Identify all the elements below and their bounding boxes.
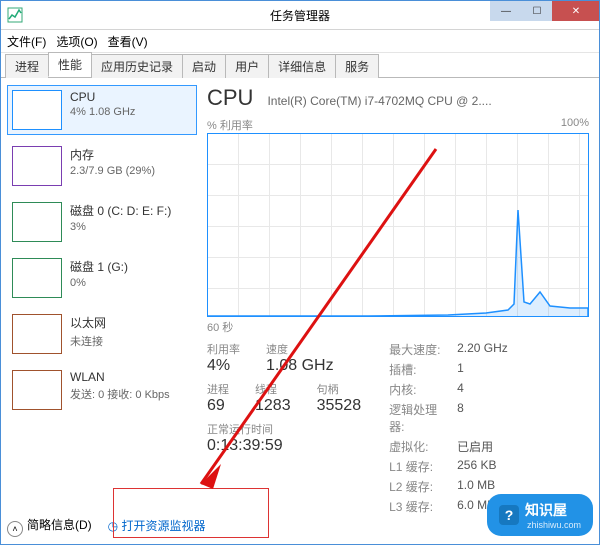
tab-processes[interactable]: 进程 (5, 54, 49, 78)
cpu-model: Intel(R) Core(TM) i7-4702MQ CPU @ 2.... (267, 94, 491, 108)
sidebar-item-ethernet[interactable]: 以太网未连接 (7, 309, 197, 359)
app-icon (7, 7, 23, 23)
info-virtualization: 已启用 (457, 438, 493, 455)
info-max-speed: 2.20 GHz (457, 341, 508, 358)
tab-details[interactable]: 详细信息 (268, 54, 336, 78)
tabbar: 进程 性能 应用历史记录 启动 用户 详细信息 服务 (1, 53, 599, 78)
tab-app-history[interactable]: 应用历史记录 (91, 54, 183, 78)
tab-services[interactable]: 服务 (335, 54, 379, 78)
chart-xlabel: 60 秒 (207, 319, 589, 335)
info-l1: 256 KB (457, 458, 496, 475)
fewer-details-button[interactable]: ˄简略信息(D) (7, 516, 92, 534)
task-manager-window: 任务管理器 — ☐ ✕ 文件(F) 选项(O) 查看(V) 进程 性能 应用历史… (0, 0, 600, 545)
cpu-thumb-icon (12, 90, 62, 130)
sidebar-item-cpu[interactable]: CPU4% 1.08 GHz (7, 85, 197, 135)
tab-startup[interactable]: 启动 (182, 54, 226, 78)
stat-uptime: 0:13:39:59 (207, 437, 361, 455)
tab-users[interactable]: 用户 (225, 54, 269, 78)
stat-threads: 1283 (255, 397, 291, 415)
watermark: ? 知识屋 zhishiwu.com (487, 494, 593, 536)
watermark-icon: ? (499, 505, 519, 525)
window-title: 任务管理器 (270, 7, 330, 24)
watermark-brand: 知识屋 (525, 500, 581, 520)
chart-ymax: 100% (561, 117, 589, 133)
main-panel: CPU Intel(R) Core(TM) i7-4702MQ CPU @ 2.… (207, 85, 589, 538)
sidebar-label: CPU (70, 90, 135, 104)
disk-thumb-icon (12, 202, 62, 242)
disk-thumb-icon (12, 258, 62, 298)
stat-processes: 69 (207, 397, 229, 415)
stat-speed: 1.08 GHz (266, 357, 334, 375)
ethernet-thumb-icon (12, 314, 62, 354)
chart-ylabel: % 利用率 (207, 117, 253, 133)
menu-options[interactable]: 选项(O) (56, 33, 97, 50)
sidebar: CPU4% 1.08 GHz 内存2.3/7.9 GB (29%) 磁盘 0 (… (7, 85, 197, 488)
sidebar-item-disk1[interactable]: 磁盘 1 (G:)0% (7, 253, 197, 303)
maximize-button[interactable]: ☐ (521, 1, 552, 21)
menu-view[interactable]: 查看(V) (108, 33, 148, 50)
menu-file[interactable]: 文件(F) (7, 33, 46, 50)
sidebar-item-wlan[interactable]: WLAN发送: 0 接收: 0 Kbps (7, 365, 197, 415)
sidebar-item-memory[interactable]: 内存2.3/7.9 GB (29%) (7, 141, 197, 191)
titlebar[interactable]: 任务管理器 — ☐ ✕ (1, 1, 599, 30)
main-title: CPU (207, 85, 253, 111)
wlan-thumb-icon (12, 370, 62, 410)
info-cores: 4 (457, 381, 464, 398)
memory-thumb-icon (12, 146, 62, 186)
stat-handles: 35528 (317, 397, 362, 415)
tab-performance[interactable]: 性能 (48, 52, 92, 77)
info-sockets: 1 (457, 361, 464, 378)
menubar: 文件(F) 选项(O) 查看(V) (1, 30, 599, 53)
annotation-highlight-box (113, 488, 269, 538)
minimize-button[interactable]: — (490, 1, 521, 21)
watermark-url: zhishiwu.com (527, 520, 581, 530)
info-l2: 1.0 MB (457, 478, 495, 495)
close-button[interactable]: ✕ (552, 1, 599, 21)
cpu-chart[interactable] (207, 133, 589, 317)
info-logical-processors: 8 (457, 401, 464, 435)
sidebar-item-disk0[interactable]: 磁盘 0 (C: D: E: F:)3% (7, 197, 197, 247)
stat-utilization: 4% (207, 357, 240, 375)
chevron-up-icon: ˄ (7, 521, 23, 537)
